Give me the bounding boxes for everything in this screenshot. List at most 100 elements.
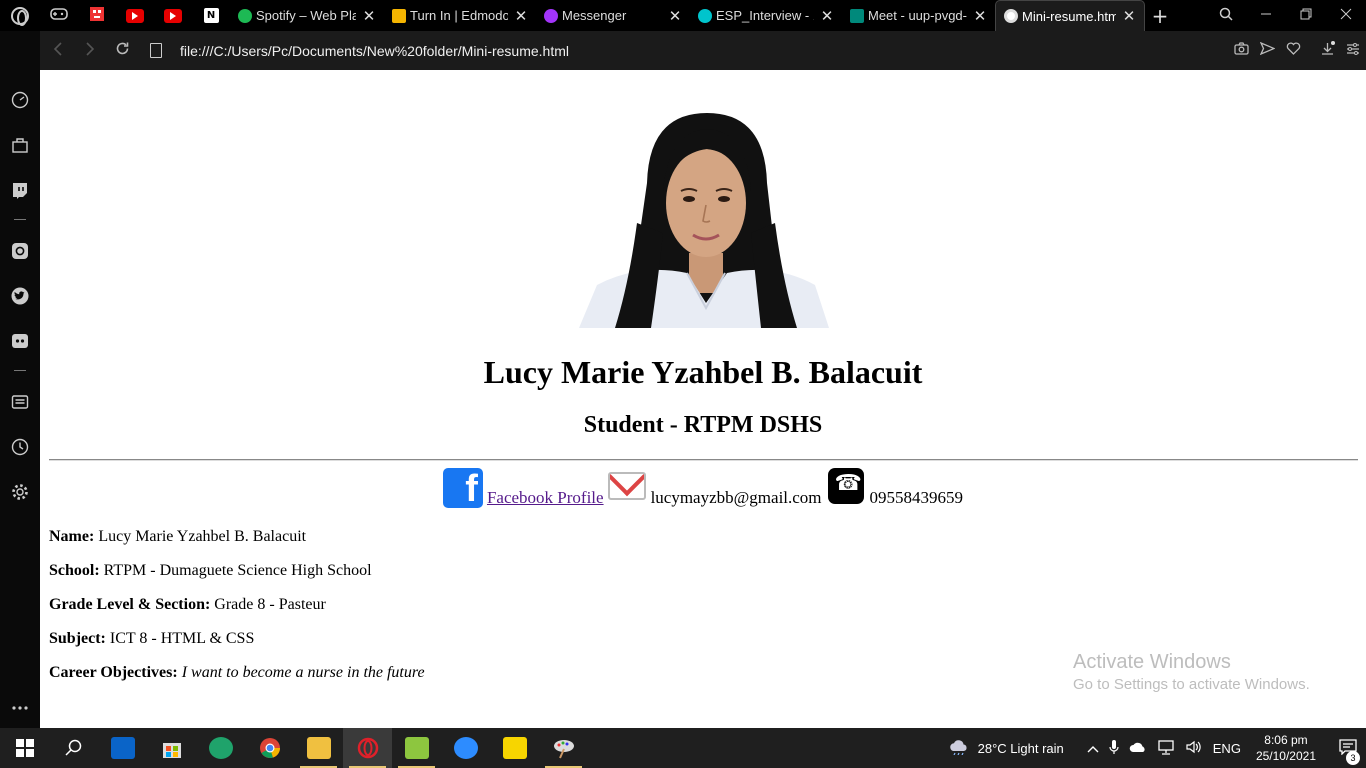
back-button[interactable] (42, 41, 74, 60)
discord-icon[interactable] (10, 331, 30, 351)
heart-icon[interactable] (1280, 42, 1306, 59)
clock[interactable]: 8:06 pm 25/10/2021 (1256, 732, 1316, 764)
pixel-app-icon (88, 5, 106, 27)
pinned-tab-pixel-app[interactable] (78, 0, 116, 31)
close-tab-icon[interactable]: ✕ (1122, 7, 1136, 25)
history-icon[interactable] (10, 437, 30, 457)
clock-time: 8:06 pm (1264, 733, 1308, 747)
info-label: Subject: (49, 630, 106, 647)
windows-start-icon[interactable] (0, 728, 49, 768)
close-tab-icon[interactable]: ✕ (820, 7, 834, 25)
close-tab-icon[interactable]: ✕ (514, 7, 528, 25)
phone-text: 09558439659 (869, 488, 964, 507)
edge-icon[interactable] (196, 728, 245, 768)
facebook-icon[interactable] (442, 468, 483, 511)
microphone-icon[interactable] (1109, 739, 1119, 758)
twitter-icon[interactable] (10, 286, 30, 306)
snapshot-icon[interactable] (1228, 42, 1254, 59)
opera-icon[interactable] (343, 728, 392, 768)
store-icon[interactable] (147, 728, 196, 768)
info-value: ICT 8 - HTML & CSS (105, 630, 255, 647)
tab-esp-interview[interactable]: ESP_Interview - 10 ✕ (690, 0, 842, 31)
language-indicator[interactable]: ENG (1213, 741, 1241, 756)
tab-mini-resume[interactable]: Mini-resume.html ✕ (995, 0, 1145, 31)
url-field[interactable]: file:///C:/Users/Pc/Documents/New%20fold… (180, 43, 569, 59)
info-grade-section: Grade Level & Section: Grade 8 - Pasteur (49, 596, 326, 614)
messenger-icon (544, 8, 558, 23)
speed-dial-icon[interactable] (10, 90, 30, 110)
info-label: School: (49, 562, 100, 579)
contact-row: Facebook Profile lucymayzbb@gmail.com 09… (40, 468, 1366, 511)
onedrive-icon[interactable] (1129, 741, 1147, 756)
send-icon[interactable] (1254, 41, 1280, 59)
close-tab-icon[interactable]: ✕ (973, 7, 987, 25)
youtube-icon (164, 8, 182, 23)
tab-edmodo[interactable]: Turn In | Edmodo ✕ (384, 0, 536, 31)
gamepad-icon (50, 6, 68, 25)
info-label: Career Objectives: (49, 664, 178, 681)
zoom-icon[interactable] (441, 728, 490, 768)
sticky-notes-icon[interactable] (490, 728, 539, 768)
close-window-button[interactable] (1326, 8, 1366, 24)
paint-icon[interactable] (539, 728, 588, 768)
chrome-icon[interactable] (245, 728, 294, 768)
close-tab-icon[interactable]: ✕ (668, 7, 682, 25)
tab-title: Messenger (562, 8, 627, 23)
forward-button[interactable] (74, 41, 106, 60)
address-bar-actions (1228, 41, 1366, 60)
mail-icon[interactable] (98, 728, 147, 768)
file-explorer-icon[interactable] (294, 728, 343, 768)
download-icon[interactable] (1314, 41, 1340, 60)
twitch-icon[interactable] (10, 180, 30, 200)
youtube-icon (126, 8, 144, 23)
notification-badge: 3 (1346, 750, 1360, 765)
system-tray: 28°C Light rain ENG 8:06 pm 25/10/2021 3 (948, 728, 1366, 768)
tab-search-icon[interactable] (1206, 7, 1246, 25)
pinned-tab-gamepad[interactable] (40, 0, 78, 31)
sidebar-divider (14, 370, 26, 371)
facebook-profile-link[interactable]: Facebook Profile (487, 488, 604, 508)
reload-button[interactable] (106, 41, 138, 60)
info-subject: Subject: ICT 8 - HTML & CSS (49, 630, 254, 648)
notepad-plus-icon[interactable] (392, 728, 441, 768)
meet-icon (850, 8, 864, 23)
pinned-tab-youtube-2[interactable] (154, 0, 192, 31)
search-icon[interactable] (49, 728, 98, 768)
new-tab-button[interactable]: + (1145, 4, 1175, 28)
info-value: I want to become a nurse in the future (177, 664, 425, 681)
profile-photo (579, 113, 829, 328)
news-icon[interactable] (10, 392, 30, 412)
instagram-icon[interactable] (10, 241, 30, 261)
window-controls (1206, 0, 1366, 31)
pinned-tab-youtube-1[interactable] (116, 0, 154, 31)
tab-messenger[interactable]: Messenger ✕ (536, 0, 690, 31)
restore-button[interactable] (1286, 8, 1326, 24)
address-bar: file:///C:/Users/Pc/Documents/New%20fold… (40, 31, 1366, 70)
file-icon (150, 43, 162, 58)
pinned-tab-notion[interactable]: N (192, 0, 230, 31)
info-label: Grade Level & Section: (49, 596, 211, 613)
easy-setup-icon[interactable] (1340, 42, 1366, 59)
page-subtitle: Student - RTPM DSHS (583, 412, 823, 438)
tab-spotify[interactable]: Spotify – Web Play ✕ (230, 0, 384, 31)
weather-icon (948, 739, 970, 758)
opera-menu-icon[interactable] (0, 0, 40, 31)
taskbar: 28°C Light rain ENG 8:06 pm 25/10/2021 3 (0, 728, 1366, 768)
horizontal-rule (49, 459, 1358, 461)
shopping-bag-icon[interactable] (10, 135, 30, 155)
minimize-button[interactable] (1246, 8, 1286, 24)
more-options-icon[interactable] (10, 698, 30, 718)
tab-meet[interactable]: Meet - uup-pvgd- ✕ (842, 0, 995, 31)
tab-title: Turn In | Edmodo (410, 8, 508, 23)
weather-text[interactable]: 28°C Light rain (978, 741, 1064, 756)
chevron-up-icon[interactable] (1087, 741, 1099, 756)
canva-icon (698, 8, 712, 23)
volume-icon[interactable] (1185, 739, 1203, 758)
notification-center-icon[interactable]: 3 (1330, 738, 1366, 765)
info-name: Name: Lucy Marie Yzahbel B. Balacuit (49, 528, 306, 546)
network-icon[interactable] (1157, 739, 1175, 758)
tab-title: Spotify – Web Play (256, 8, 356, 23)
tab-title: ESP_Interview - 10 (716, 8, 814, 23)
settings-gear-icon[interactable] (10, 482, 30, 502)
close-tab-icon[interactable]: ✕ (362, 7, 376, 25)
